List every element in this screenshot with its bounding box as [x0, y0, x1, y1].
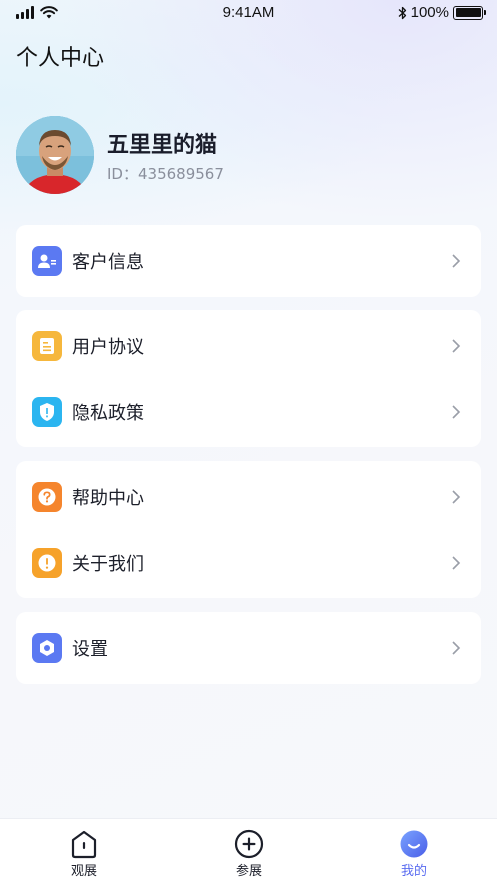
profile-smile-icon	[400, 830, 428, 858]
menu-item-settings[interactable]: 设置	[16, 615, 481, 681]
tab-participate[interactable]: 参展	[189, 819, 309, 883]
user-agreement-icon	[32, 331, 62, 361]
chevron-right-icon	[452, 254, 461, 268]
menu-card-settings: 设置	[16, 612, 481, 684]
customer-info-icon	[32, 246, 62, 276]
tab-label-exhibition: 观展	[70, 864, 97, 879]
menu-label-user-agreement: 用户协议	[72, 337, 144, 358]
tab-bar: 观展 参展 我的	[0, 818, 497, 883]
menu-label-about-us: 关于我们	[72, 554, 144, 575]
profile-nickname: 五里里的猫	[107, 133, 218, 158]
profile-id: ID：435689567	[107, 163, 224, 184]
menu-item-privacy-policy[interactable]: 隐私政策	[16, 379, 481, 445]
bluetooth-icon	[398, 6, 406, 19]
home-icon	[71, 830, 97, 859]
tab-mine[interactable]: 我的	[354, 819, 474, 883]
chevron-right-icon	[452, 490, 461, 504]
menu-label-settings: 设置	[72, 639, 108, 660]
profile-id-label: ID：	[107, 165, 138, 183]
menu-label-customer-info: 客户信息	[72, 252, 144, 273]
tab-exhibition[interactable]: 观展	[24, 819, 144, 883]
menu-label-privacy-policy: 隐私政策	[72, 403, 144, 424]
about-info-icon	[32, 548, 62, 578]
menu-card-support: 帮助中心 关于我们	[16, 461, 481, 598]
avatar[interactable]	[16, 116, 94, 194]
chevron-right-icon	[452, 405, 461, 419]
menu-card-legal: 用户协议 隐私政策	[16, 310, 481, 447]
settings-hex-icon	[32, 633, 62, 663]
menu-item-customer-info[interactable]: 客户信息	[16, 228, 481, 294]
chevron-right-icon	[452, 339, 461, 353]
menu-label-help-center: 帮助中心	[72, 488, 144, 509]
profile-id-value: 435689567	[137, 165, 224, 183]
page-title: 个人中心	[16, 46, 105, 71]
help-question-icon	[32, 482, 62, 512]
tab-label-mine: 我的	[400, 864, 427, 879]
menu-item-about-us[interactable]: 关于我们	[16, 530, 481, 596]
chevron-right-icon	[452, 556, 461, 570]
battery-percent: 100%	[410, 4, 449, 21]
menu-item-user-agreement[interactable]: 用户协议	[16, 313, 481, 379]
plus-circle-icon	[234, 829, 264, 859]
battery-icon	[453, 5, 486, 20]
menu-item-help-center[interactable]: 帮助中心	[16, 464, 481, 530]
privacy-shield-icon	[32, 397, 62, 427]
status-bar: 9:41AM 100%	[0, 0, 497, 28]
chevron-right-icon	[452, 641, 461, 655]
tab-label-participate: 参展	[235, 864, 262, 879]
menu-card-customer: 客户信息	[16, 225, 481, 297]
